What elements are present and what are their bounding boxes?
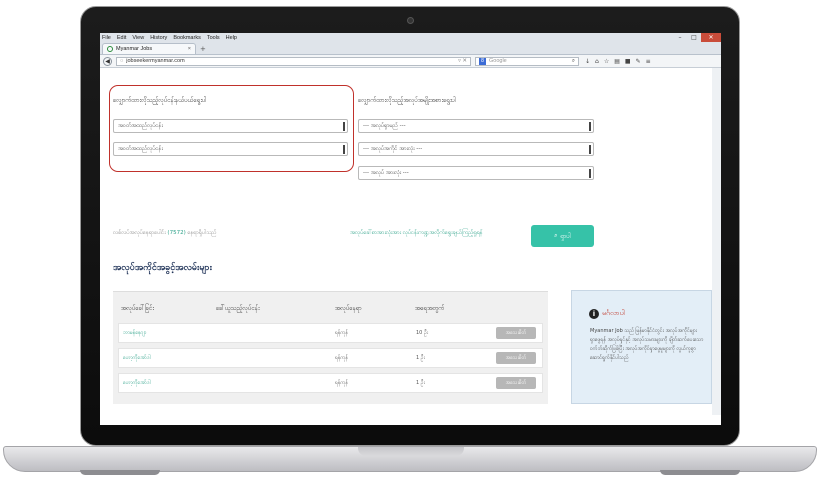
laptop-mockup: File Edit View History Bookmarks Tools H… bbox=[0, 0, 820, 487]
address-bar[interactable]: ◌ jobseekermyanmar.com ▿ ✕ bbox=[116, 56, 471, 66]
toolbar-icons: ↓ ⌂ ☆ ▤ ■ ✎ ≡ bbox=[585, 58, 651, 65]
browser-window: File Edit View History Bookmarks Tools H… bbox=[100, 33, 721, 425]
search-icon[interactable]: ⌕ bbox=[572, 58, 575, 65]
welcome-title: i မင်္ဂလာပါ bbox=[589, 309, 625, 319]
tab-bar: Myanmar Jobs × + bbox=[100, 43, 721, 55]
search-icon: ⌕ bbox=[554, 232, 558, 239]
job-location: ရန်ကုန် bbox=[335, 355, 348, 361]
pencil-icon[interactable]: ✎ bbox=[636, 58, 641, 65]
welcome-panel: i မင်္ဂလာပါ Myanmar Job သည် မြန်မာနိုင်င… bbox=[571, 290, 712, 404]
category-label: လျှောက်ထားလိုသည့်အလုပ်အမျိုးအစားရွေးပါ bbox=[358, 97, 456, 104]
url-text: jobseekermyanmar.com bbox=[126, 58, 185, 64]
vacancy-count-value: (7572) bbox=[167, 230, 186, 236]
back-icon[interactable]: ◀ bbox=[103, 56, 112, 66]
table-header: အလုပ်ခေါ်ခြင်း ခေါ်ယူသည့်လုပ်ငန်း အလုပ်န… bbox=[113, 292, 548, 322]
industry-select[interactable]: အဝတ်အထည်လုပ်ငန်း bbox=[113, 119, 348, 133]
table-row: ဟော့ကိုအော်ဒါ ရန်ကုန် 1 ဦး အသေးစိတ် bbox=[118, 348, 543, 368]
job-location-select[interactable]: --- အလုပ် အားလုံး --- bbox=[358, 166, 594, 180]
job-title-link[interactable]: ဟော့ကိုအော်ဒါ bbox=[123, 380, 150, 387]
maximize-icon[interactable]: □ bbox=[687, 33, 701, 42]
laptop-foot-left bbox=[80, 470, 160, 475]
navigation-bar: ◀ ◌ jobseekermyanmar.com ▿ ✕ 8 Google ⌕ … bbox=[100, 55, 721, 68]
chevron-down-icon bbox=[589, 145, 591, 154]
menu-bar: File Edit View History Bookmarks Tools H… bbox=[100, 35, 237, 41]
table-row: ဘာမန်နေဂျာ ရန်ကုန် 10 ဦး အသေးစိတ် bbox=[118, 323, 543, 343]
menu-file[interactable]: File bbox=[102, 35, 111, 41]
industry-label: လျှောက်ထားလိုသည့်လုပ်ငန်းနယ်ပယ်ရွေးပါ bbox=[113, 97, 207, 104]
favicon-icon bbox=[107, 46, 113, 52]
reload-icon[interactable]: ▿ ✕ bbox=[458, 58, 467, 64]
chevron-down-icon bbox=[343, 122, 345, 131]
page-scrollbar[interactable] bbox=[712, 68, 721, 415]
job-count: 1 ဦး bbox=[416, 355, 425, 361]
bookmark-star-icon[interactable]: ☆ bbox=[604, 58, 609, 65]
home-icon[interactable]: ⌂ bbox=[595, 58, 599, 65]
sub-industry-select-value: အဝတ်အထည်လုပ်ငန်း bbox=[118, 146, 163, 152]
industry-select-value: အဝတ်အထည်လုပ်ငန်း bbox=[118, 123, 163, 129]
laptop-notch bbox=[358, 447, 464, 456]
search-button-label: ရှာပါ bbox=[560, 232, 571, 240]
addon-icon[interactable]: ■ bbox=[625, 58, 631, 65]
menu-history[interactable]: History bbox=[150, 35, 167, 41]
globe-icon: ◌ bbox=[120, 58, 124, 64]
menu-bookmarks[interactable]: Bookmarks bbox=[173, 35, 201, 41]
info-icon: i bbox=[589, 309, 599, 319]
vacancy-count: လစ်လပ်အလုပ်နေရာပေါင်း (7572) နေရာရှိပါသည… bbox=[113, 229, 217, 237]
job-location-select-value: --- အလုပ် အားလုံး --- bbox=[363, 170, 409, 176]
menu-tools[interactable]: Tools bbox=[207, 35, 220, 41]
title-bar: File Edit View History Bookmarks Tools H… bbox=[100, 33, 721, 43]
welcome-text: Myanmar Job သည် မြန်မာနိုင်ငံတွင်း အလုပ်… bbox=[590, 328, 704, 361]
library-icon[interactable]: ▤ bbox=[614, 58, 620, 65]
chevron-down-icon bbox=[343, 145, 345, 154]
menu-icon[interactable]: ≡ bbox=[646, 58, 651, 65]
column-header-title: အလုပ်ခေါ်ခြင်း bbox=[121, 305, 154, 312]
vacancy-count-suffix: နေရာရှိပါသည် bbox=[187, 230, 217, 236]
all-jobs-link[interactable]: အလုပ်ခေါ်စာအားလုံးအား လုပ်ငန်းကဏ္ဍအလိုက်… bbox=[350, 229, 483, 237]
column-header-location: အလုပ်နေရာ bbox=[335, 305, 362, 312]
job-title-link[interactable]: ဘာမန်နေဂျာ bbox=[123, 330, 146, 337]
details-button[interactable]: အသေးစိတ် bbox=[496, 327, 536, 339]
laptop-base bbox=[3, 446, 817, 472]
job-type-select[interactable]: --- အလုပ်အကိုင် အားလုံး --- bbox=[358, 142, 594, 156]
laptop-foot-right bbox=[660, 470, 740, 475]
sub-industry-select[interactable]: အဝတ်အထည်လုပ်ငန်း bbox=[113, 142, 348, 156]
window-controls: – □ ✕ bbox=[673, 33, 721, 43]
tab-close-icon[interactable]: × bbox=[188, 46, 191, 52]
column-header-count: အရေအတွက် bbox=[415, 305, 445, 312]
minimize-icon[interactable]: – bbox=[673, 33, 687, 42]
job-search-select[interactable]: --- အလုပ်ရှာမည် --- bbox=[358, 119, 594, 133]
search-button[interactable]: ⌕ ရှာပါ bbox=[531, 225, 594, 247]
vacancy-count-prefix: လစ်လပ်အလုပ်နေရာပေါင်း bbox=[113, 230, 166, 236]
job-search-select-value: --- အလုပ်ရှာမည် --- bbox=[363, 123, 406, 129]
details-button[interactable]: အသေးစိတ် bbox=[496, 352, 536, 364]
job-type-select-value: --- အလုပ်အကိုင် အားလုံး --- bbox=[363, 146, 423, 152]
tab-title: Myanmar Jobs bbox=[116, 46, 153, 52]
chevron-down-icon bbox=[589, 169, 591, 178]
new-tab-icon[interactable]: + bbox=[200, 45, 206, 54]
close-icon[interactable]: ✕ bbox=[701, 33, 721, 42]
google-icon: 8 bbox=[479, 57, 486, 65]
browser-tab[interactable]: Myanmar Jobs × bbox=[102, 43, 196, 54]
camera-icon bbox=[407, 17, 414, 24]
job-title-link[interactable]: ဟော့ကိုအော်ဒါ bbox=[123, 355, 150, 362]
page-content: လျှောက်ထားလိုသည့်လုပ်ငန်းနယ်ပယ်ရွေးပါ လျ… bbox=[100, 68, 721, 415]
chevron-down-icon bbox=[589, 122, 591, 131]
search-placeholder: Google bbox=[489, 58, 507, 64]
table-row: ဟော့ကိုအော်ဒါ ရန်ကုန် 1 ဦး အသေးစိတ် bbox=[118, 373, 543, 393]
welcome-title-text: မင်္ဂလာပါ bbox=[602, 309, 625, 317]
job-count: 10 ဦး bbox=[416, 330, 428, 336]
section-title: အလုပ်အကိုင်အခွင့်အလမ်းများ bbox=[113, 263, 212, 273]
menu-edit[interactable]: Edit bbox=[117, 35, 126, 41]
menu-view[interactable]: View bbox=[132, 35, 144, 41]
menu-help[interactable]: Help bbox=[226, 35, 237, 41]
job-location: ရန်ကုန် bbox=[335, 380, 348, 386]
jobs-table: အလုပ်ခေါ်ခြင်း ခေါ်ယူသည့်လုပ်ငန်း အလုပ်န… bbox=[113, 291, 548, 404]
job-location: ရန်ကုန် bbox=[335, 330, 348, 336]
download-icon[interactable]: ↓ bbox=[585, 58, 590, 65]
search-box[interactable]: 8 Google ⌕ bbox=[475, 56, 579, 66]
details-button[interactable]: အသေးစိတ် bbox=[496, 377, 536, 389]
job-count: 1 ဦး bbox=[416, 380, 425, 386]
column-header-company: ခေါ်ယူသည့်လုပ်ငန်း bbox=[216, 305, 260, 312]
